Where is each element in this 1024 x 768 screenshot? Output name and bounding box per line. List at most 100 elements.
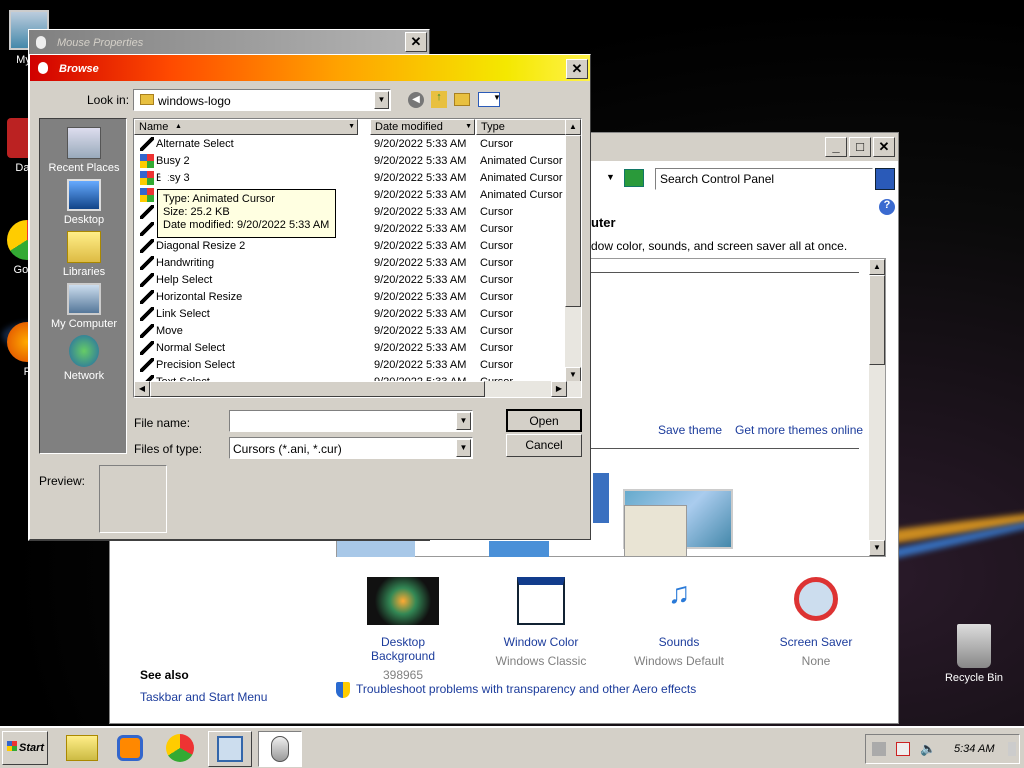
scroll-left-button[interactable]: ◀ — [134, 381, 150, 397]
minimize-button[interactable]: _ — [825, 137, 847, 157]
dropdown-arrow-icon[interactable]: ▼ — [606, 172, 615, 182]
up-folder-icon[interactable]: ↑ — [431, 91, 447, 108]
place-desktop[interactable]: Desktop — [40, 179, 128, 226]
tooltip-date: Date modified: 9/20/2022 5:33 AM — [163, 219, 330, 231]
scroll-thumb[interactable] — [150, 381, 485, 397]
scroll-thumb[interactable] — [565, 135, 581, 307]
chrome-taskbar-icon[interactable] — [158, 731, 202, 767]
file-list: Name ▲ ▼ Date modified ▼ Type Alternate … — [133, 118, 582, 398]
file-name: Horizontal Resize — [156, 291, 243, 303]
file-row[interactable]: Handwriting 9/20/2022 5:33 AM Cursor — [134, 255, 567, 272]
refresh-icon[interactable] — [624, 169, 644, 187]
control-panel-taskbar-icon[interactable] — [208, 731, 252, 767]
desktop-icon-recycle-bin[interactable]: Recycle Bin — [939, 624, 1009, 684]
dropdown-arrow-icon[interactable]: ▼ — [456, 439, 471, 457]
taskbar-start-menu-link[interactable]: Taskbar and Start Menu — [140, 690, 267, 704]
file-row[interactable]: Normal Select 9/20/2022 5:33 AM Cursor — [134, 340, 567, 357]
sounds-icon: ♫ — [667, 577, 691, 610]
mouse-properties-taskbar-icon[interactable] — [258, 731, 302, 767]
media-player-taskbar-icon[interactable] — [108, 731, 152, 767]
cancel-button[interactable]: Cancel — [506, 434, 582, 457]
screen-saver-icon — [794, 577, 838, 621]
help-icon[interactable]: ? — [879, 199, 895, 215]
sounds-item[interactable]: ♫ Sounds Windows Default — [624, 577, 734, 668]
dropdown-arrow-icon[interactable]: ▼ — [456, 412, 471, 430]
place-libraries[interactable]: Libraries — [40, 231, 128, 278]
dropdown-arrow-icon[interactable]: ▼ — [348, 123, 355, 130]
file-row[interactable]: Busy 3 9/20/2022 5:33 AM Animated Cursor — [134, 170, 567, 187]
window-color-item[interactable]: Window Color Windows Classic — [486, 577, 596, 668]
files-of-type-dropdown[interactable]: Cursors (*.ani, *.cur) ▼ — [229, 437, 473, 459]
desktop-icon — [67, 179, 101, 211]
desktop-background-item[interactable]: Desktop Background 398965 — [348, 577, 458, 682]
explorer-taskbar-icon[interactable] — [60, 731, 104, 767]
show-desktop-icon[interactable] — [1008, 742, 1016, 756]
mouse-icon — [38, 62, 48, 74]
new-folder-icon[interactable] — [454, 93, 470, 106]
column-header-name[interactable]: Name ▲ ▼ — [134, 119, 358, 135]
file-type: Animated Cursor — [480, 155, 563, 167]
horizontal-scrollbar[interactable]: ◀ ▶ — [134, 381, 581, 397]
place-recent-places[interactable]: Recent Places — [40, 127, 128, 174]
file-row[interactable]: Link Select 9/20/2022 5:33 AM Cursor — [134, 306, 567, 323]
vertical-scrollbar[interactable]: ▲ ▼ — [565, 119, 581, 383]
back-icon[interactable]: ◀ — [408, 92, 424, 108]
file-row[interactable]: Help Select 9/20/2022 5:33 AM Cursor — [134, 272, 567, 289]
scroll-right-button[interactable]: ▶ — [551, 381, 567, 397]
theme-thumbnail[interactable] — [489, 541, 549, 557]
save-theme-link[interactable]: Save theme — [658, 423, 722, 437]
file-row[interactable]: Alternate Select 9/20/2022 5:33 AM Cursor — [134, 136, 567, 153]
volume-icon[interactable]: 🔈 — [920, 741, 936, 757]
theme-thumbnail-selected[interactable] — [624, 505, 687, 557]
scroll-up-button[interactable]: ▲ — [869, 259, 885, 275]
troubleshoot-link[interactable]: Troubleshoot problems with transparency … — [356, 682, 696, 696]
dropdown-arrow-icon[interactable]: ▼ — [465, 123, 472, 130]
file-row[interactable]: Busy 2 9/20/2022 5:33 AM Animated Cursor — [134, 153, 567, 170]
look-in-dropdown[interactable]: windows-logo ▼ — [133, 89, 391, 111]
scroll-down-button[interactable]: ▼ — [869, 540, 885, 556]
column-header-type[interactable]: Type — [476, 119, 567, 135]
theme-thumbnail[interactable] — [337, 541, 415, 557]
place-label: Recent Places — [48, 162, 120, 174]
place-my-computer[interactable]: My Computer — [40, 283, 128, 330]
get-more-themes-link[interactable]: Get more themes online — [735, 423, 863, 437]
item-sub: Windows Default — [633, 654, 725, 668]
screen-saver-item[interactable]: Screen Saver None — [761, 577, 871, 668]
file-name-input[interactable]: ▼ — [229, 410, 473, 432]
scroll-thumb[interactable] — [869, 275, 885, 365]
file-name: Alternate Select — [156, 138, 234, 150]
cursor-icon — [140, 307, 154, 321]
start-label: Start — [19, 742, 45, 754]
file-name: Diagonal Resize 2 — [156, 240, 246, 252]
view-menu-icon[interactable]: ▼ — [478, 92, 501, 107]
file-row[interactable]: Precision Select 9/20/2022 5:33 AM Cursor — [134, 357, 567, 374]
file-name: Handwriting — [156, 257, 215, 269]
place-network[interactable]: Network — [40, 335, 128, 382]
file-date: 9/20/2022 5:33 AM — [374, 155, 467, 167]
maximize-button[interactable]: □ — [849, 137, 871, 157]
theme-thumbnail[interactable] — [593, 473, 609, 523]
theme-scrollbar[interactable]: ▲ ▼ — [869, 259, 885, 556]
place-label: Network — [63, 370, 105, 382]
search-icon[interactable] — [875, 168, 895, 190]
scroll-up-button[interactable]: ▲ — [565, 119, 581, 135]
column-header-date[interactable]: Date modified ▼ — [370, 119, 475, 135]
file-row[interactable]: Diagonal Resize 2 9/20/2022 5:33 AM Cursor — [134, 238, 567, 255]
item-label: Desktop Background — [370, 635, 436, 663]
dropdown-arrow-icon[interactable]: ▼ — [374, 91, 389, 109]
search-input[interactable]: Search Control Panel — [655, 168, 873, 190]
close-button[interactable]: ✕ — [873, 137, 895, 157]
open-button[interactable]: Open — [506, 409, 582, 432]
clock[interactable]: 5:34 AM — [954, 743, 995, 755]
file-row[interactable]: Move 9/20/2022 5:33 AM Cursor — [134, 323, 567, 340]
action-center-icon[interactable] — [896, 742, 910, 756]
network-tray-icon[interactable] — [872, 742, 886, 756]
file-type: Cursor — [480, 342, 514, 354]
close-button[interactable]: ✕ — [566, 59, 588, 79]
close-button[interactable]: ✕ — [405, 32, 427, 52]
file-name: Link Select — [156, 308, 210, 320]
start-button[interactable]: Start — [2, 731, 48, 765]
file-row[interactable]: Horizontal Resize 9/20/2022 5:33 AM Cursor — [134, 289, 567, 306]
wallpaper-thumbnail-icon — [367, 577, 439, 625]
tooltip-type: Type: Animated Cursor — [163, 193, 275, 205]
